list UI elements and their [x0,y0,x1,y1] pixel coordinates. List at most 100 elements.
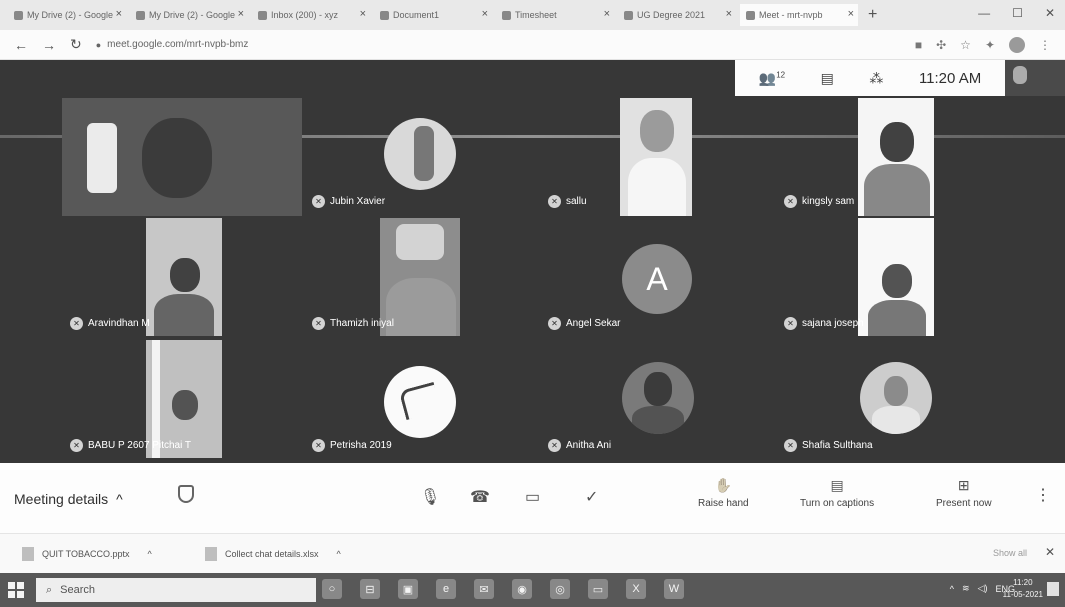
search-icon: ⌕ [46,583,53,596]
tab-close-icon[interactable]: × [360,8,366,20]
mic-off-icon: ✕ [548,439,561,452]
cortana-icon[interactable]: ○ [322,579,342,599]
chrome-icon[interactable]: ◎ [550,579,570,599]
puzzle-icon[interactable]: ✦ [985,38,995,52]
tab-close-icon[interactable]: × [848,8,854,20]
reload-icon[interactable]: ↻ [70,36,82,53]
forward-arrow-icon[interactable]: → [42,37,56,53]
shield-icon[interactable] [178,485,194,503]
tab-favicon-icon [136,10,145,20]
participant-tile[interactable]: ✕ kingsly sam [776,98,1008,216]
chevron-up-icon[interactable]: ^ [148,549,152,559]
back-arrow-icon[interactable]: ← [14,37,28,53]
notification-icon[interactable] [1047,582,1059,596]
participant-face [880,122,914,162]
raise-hand-button[interactable]: ✋ Raise hand [698,477,749,509]
tab-close-icon[interactable]: × [238,8,244,20]
chevron-up-icon[interactable]: ^ [337,549,341,559]
participant-label: ✕ Thamizh iniyal [312,317,394,330]
meeting-details-button[interactable]: Meeting details ^ [14,491,123,507]
camera-icon[interactable]: ■ [915,38,922,52]
participant-tile[interactable]: ✕ sallu [540,98,772,216]
self-view-thumbnail[interactable] [1005,60,1065,96]
address-bar: ← → ↻ ● meet.google.com/mrt-nvpb-bmz ■ ✣… [0,30,1065,60]
checkmark-icon[interactable]: ✓ [585,487,598,507]
participant-tile[interactable]: ✕ BABU P 2607 Pitchai T [62,340,302,458]
star-icon[interactable]: ☆ [960,38,971,52]
participant-tile[interactable]: ✕ Jubin Xavier [304,98,536,216]
show-all-downloads-link[interactable]: Show all [993,548,1027,558]
taskbar-clock[interactable]: 11:20 11-05-2021 [1003,577,1043,601]
excel-icon[interactable]: X [626,579,646,599]
chevron-up-icon[interactable]: ^ [950,584,954,594]
tab-favicon-icon [14,10,23,20]
download-item[interactable]: QUIT TOBACCO.pptx ^ [22,547,152,561]
tab-close-icon[interactable]: × [482,8,488,20]
participant-tile[interactable]: ✕ Petrisha 2019 [304,340,536,458]
windows-start-icon[interactable] [8,582,24,598]
store-icon[interactable]: ▣ [398,579,418,599]
captions-label: Turn on captions [800,498,875,509]
browser-tab-active[interactable]: Meet - mrt-nvpb × [740,4,858,26]
browser-tab[interactable]: Inbox (200) - xyz × [252,4,370,26]
participant-tile[interactable]: ✕ Thamizh iniyal [304,218,536,336]
minimize-button[interactable]: — [978,6,990,20]
download-item[interactable]: Collect chat details.xlsx ^ [205,547,341,561]
url-field[interactable]: meet.google.com/mrt-nvpb-bmz [107,39,248,50]
firefox-icon[interactable]: ◉ [512,579,532,599]
edge-icon[interactable]: e [436,579,456,599]
participant-video [62,98,302,216]
close-icon[interactable]: ✕ [1045,545,1055,559]
tab-favicon-icon [380,10,389,20]
maximize-button[interactable]: ☐ [1012,6,1023,20]
browser-tab[interactable]: Document1 × [374,4,492,26]
participant-initial-avatar: A [622,244,692,314]
participant-label: ✕ Shafia Sulthana [784,439,873,452]
captions-icon: ▤ [830,477,844,493]
participant-tile[interactable]: A ✕ Angel Sekar [540,218,772,336]
more-options-icon[interactable]: ⋮ [1035,485,1051,505]
hang-up-icon[interactable]: ☎ [470,487,490,507]
xlsx-file-icon [205,547,217,561]
tab-close-icon[interactable]: × [116,8,122,20]
people-icon[interactable]: 👥12 [759,70,785,87]
participant-tile[interactable]: ✕ Anitha Ani [540,340,772,458]
participant-tile[interactable] [62,98,302,216]
browser-tab[interactable]: My Drive (2) - Google × [8,4,126,26]
participant-tile[interactable]: ✕ Aravindhan M [62,218,302,336]
file-explorer-icon[interactable]: ▭ [588,579,608,599]
participant-tile[interactable]: ✕ Shafia Sulthana [776,340,1008,458]
wifi-icon[interactable]: ≋ [962,583,970,594]
microphone-icon[interactable]: 🎙 [420,487,440,507]
chat-icon[interactable]: ▤ [821,70,834,87]
browser-tab[interactable]: Timesheet × [496,4,614,26]
new-tab-button[interactable]: + [868,6,877,24]
participant-video [858,218,934,336]
tab-close-icon[interactable]: × [726,8,732,20]
word-icon[interactable]: W [664,579,684,599]
mail-icon[interactable]: ✉ [474,579,494,599]
camera-icon[interactable]: ▭ [525,487,540,507]
search-placeholder: Search [60,584,96,596]
tab-close-icon[interactable]: × [604,8,610,20]
present-now-button[interactable]: ⊞ Present now [936,477,992,509]
browser-tab[interactable]: My Drive (2) - Google × [130,4,248,26]
task-view-icon[interactable]: ⊟ [360,579,380,599]
browser-tab[interactable]: UG Degree 2021 × [618,4,736,26]
volume-icon[interactable]: ◁) [978,583,988,594]
close-window-button[interactable]: ✕ [1045,6,1055,20]
participant-video [146,218,222,336]
taskbar-search[interactable]: ⌕ Search [36,578,316,602]
activities-icon[interactable]: ⁂ [869,70,883,87]
present-now-label: Present now [936,498,992,509]
captions-button[interactable]: ▤ Turn on captions [800,477,874,509]
menu-kebab-icon[interactable]: ⋮ [1039,38,1051,52]
tab-favicon-icon [746,10,755,20]
profile-avatar[interactable] [1009,37,1025,53]
participant-tile[interactable]: ✕ sajana joseph [776,218,1008,336]
raise-hand-label: Raise hand [698,498,749,509]
mic-off-icon: ✕ [312,439,325,452]
browser-tab-strip: My Drive (2) - Google × My Drive (2) - Go… [0,0,1065,30]
extension-icon[interactable]: ✣ [936,38,946,52]
mic-off-icon: ✕ [548,195,561,208]
